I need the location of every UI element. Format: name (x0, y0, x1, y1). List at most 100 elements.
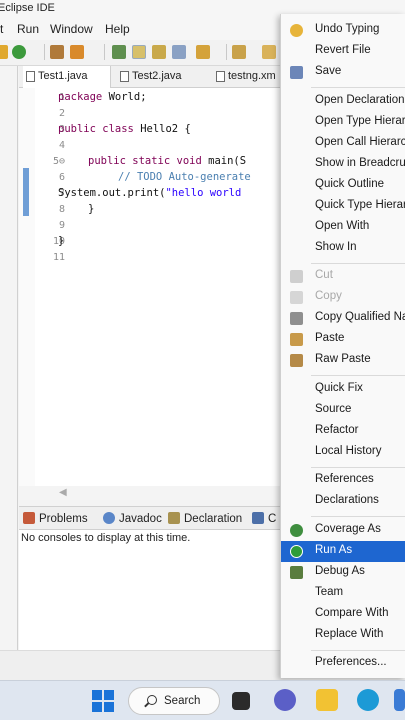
toolbar-separator (226, 44, 227, 60)
menu-item-coverage-as[interactable]: Coverage As (281, 520, 405, 541)
back-icon[interactable] (232, 45, 246, 59)
cut-icon (290, 270, 303, 283)
tab-testng[interactable]: testng.xm (213, 66, 289, 88)
menu-item-quick-fix[interactable]: Quick Fix (281, 379, 405, 400)
menu-edit-partial[interactable]: t (0, 22, 3, 36)
javadoc-icon (103, 512, 115, 524)
store-icon[interactable] (394, 689, 405, 711)
menu-item-source[interactable]: Source (281, 400, 405, 421)
scroll-left-icon[interactable]: ◀ (59, 487, 67, 498)
declaration-icon (168, 512, 180, 524)
menu-item-local-history[interactable]: Local History (281, 442, 405, 463)
taskbar-search[interactable]: Search (128, 687, 220, 715)
menu-separator (311, 263, 405, 264)
code-editor[interactable]: 1 2 3 4 5⊖ 6 7 8 9 10 11 package World; … (19, 88, 289, 486)
block-select-icon[interactable] (152, 45, 166, 59)
code-line-brace-inner: } (88, 203, 95, 215)
menu-help[interactable]: Help (105, 22, 130, 36)
raw-paste-icon (290, 354, 303, 367)
tab-console[interactable]: C (252, 512, 276, 525)
menu-item-cut[interactable]: Cut (281, 266, 405, 287)
menu-item-compare-with[interactable]: Compare With (281, 604, 405, 625)
menu-item-raw-paste[interactable]: Raw Paste (281, 350, 405, 371)
menu-item-preferences[interactable]: Preferences... (281, 653, 405, 674)
edge-browser-icon[interactable] (357, 689, 379, 711)
menu-item-paste[interactable]: Paste (281, 329, 405, 350)
problems-icon (23, 512, 35, 524)
menu-item-references[interactable]: References (281, 470, 405, 491)
chat-icon[interactable] (274, 689, 296, 711)
line-number: 4 (58, 140, 65, 151)
search-tool-icon[interactable] (112, 45, 126, 59)
line-number: 11 (52, 252, 65, 263)
code-line-brace-outer: } (58, 235, 65, 247)
line-number: 8 (58, 204, 65, 215)
menu-item-copy[interactable]: Copy (281, 287, 405, 308)
file-explorer-icon[interactable] (316, 689, 338, 711)
whitespace-icon[interactable] (172, 45, 186, 59)
menu-item-open-declaration[interactable]: Open Declaration (281, 91, 405, 112)
menu-item-open-with[interactable]: Open With (281, 217, 405, 238)
code-line-comment: // TODO Auto-generate (118, 171, 251, 183)
toggle-mark-icon[interactable] (132, 45, 146, 59)
tab-declaration[interactable]: Declaration (168, 512, 242, 525)
tab-test2[interactable]: Test2.java (117, 66, 207, 88)
menu-run[interactable]: Run (17, 22, 39, 36)
menu-item-replace-with[interactable]: Replace With (281, 625, 405, 646)
toolbar-separator (44, 44, 45, 60)
task-view-icon[interactable] (232, 692, 250, 710)
line-number: 5⊖ (52, 156, 65, 167)
windows-start-icon[interactable] (92, 690, 114, 712)
new-class-icon[interactable] (70, 45, 84, 59)
editor-ruler (19, 88, 35, 486)
forward-icon[interactable] (262, 45, 276, 59)
menu-item-save[interactable]: Save (281, 62, 405, 83)
menu-item-debug-as[interactable]: Debug As (281, 562, 405, 583)
editor-horizontal-scrollbar[interactable]: ◀ (19, 486, 289, 500)
xml-file-icon (216, 71, 225, 82)
menu-item-quick-type-hierarchy[interactable]: Quick Type Hierarc (281, 196, 405, 217)
save-icon[interactable] (0, 45, 8, 59)
menu-item-revert-file[interactable]: Revert File (281, 41, 405, 62)
code-line-main: public static void main(S (88, 155, 247, 167)
package-icon[interactable] (50, 45, 64, 59)
menu-separator (311, 516, 405, 517)
context-menu: Undo Typing Revert File Save Open Declar… (280, 14, 405, 678)
menu-item-run-as[interactable]: Run As (281, 541, 405, 562)
menu-item-refactor[interactable]: Refactor (281, 421, 405, 442)
menu-item-undo[interactable]: Undo Typing (281, 20, 405, 41)
menu-item-show-in[interactable]: Show In (281, 238, 405, 259)
copy-icon (290, 291, 303, 304)
menu-separator (311, 87, 405, 88)
menu-separator (311, 375, 405, 376)
menu-item-open-type-hierarchy[interactable]: Open Type Hierarc (281, 112, 405, 133)
line-number: 9 (58, 220, 65, 231)
save-icon (290, 66, 303, 79)
menu-separator (311, 650, 405, 651)
tab-javadoc[interactable]: Javadoc (103, 512, 162, 525)
code-line-package: package World; (58, 91, 147, 103)
line-number: 2 (58, 108, 65, 119)
tab-test1[interactable]: Test1.java (23, 66, 111, 88)
search-icon (147, 695, 157, 705)
copy-qualified-icon (290, 312, 303, 325)
code-line-print: System.out.print("hello world (58, 187, 242, 199)
tab-problems[interactable]: Problems (23, 512, 88, 525)
menu-item-copy-qualified-name[interactable]: Copy Qualified Na (281, 308, 405, 329)
left-view-strip (0, 66, 18, 650)
menu-item-quick-outline[interactable]: Quick Outline (281, 175, 405, 196)
editor-tabs: Test1.java Test2.java testng.xm (19, 66, 289, 88)
refresh-icon[interactable] (12, 45, 26, 59)
menu-item-open-call-hierarchy[interactable]: Open Call Hierarch (281, 133, 405, 154)
menu-item-team[interactable]: Team (281, 583, 405, 604)
java-file-icon (120, 71, 129, 82)
coverage-icon (290, 524, 303, 537)
undo-icon (290, 24, 303, 37)
bottom-view-tabs: Problems Javadoc Declaration C (19, 506, 289, 530)
menu-item-show-in-breadcrumb[interactable]: Show in Breadcrun (281, 154, 405, 175)
menu-item-declarations[interactable]: Declarations (281, 491, 405, 512)
toolbar-separator (104, 44, 105, 60)
next-annotation-icon[interactable] (196, 45, 210, 59)
change-marker (23, 168, 29, 216)
menu-window[interactable]: Window (50, 22, 93, 36)
